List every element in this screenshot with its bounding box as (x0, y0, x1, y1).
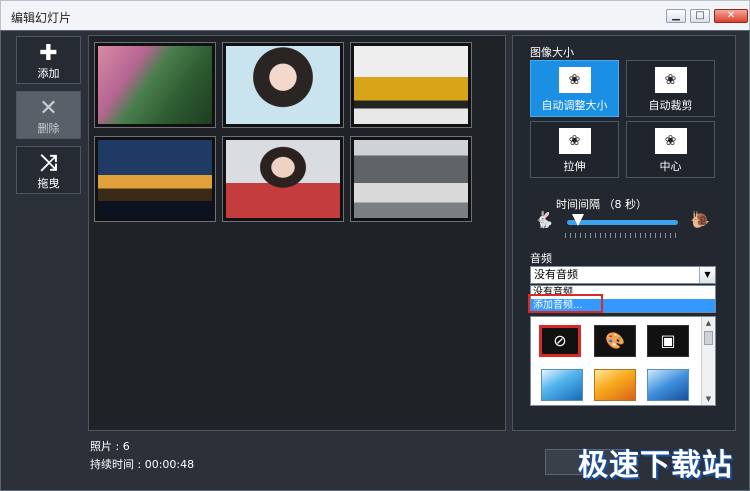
chevron-down-icon[interactable]: ▼ (699, 267, 715, 283)
window-title: 编辑幻灯片 (11, 11, 72, 25)
blue-gradient-icon[interactable] (647, 369, 689, 401)
center-button[interactable]: ❀ 中心 (626, 121, 715, 178)
minimize-button[interactable]: ▁ (666, 9, 686, 23)
title-bar: 编辑幻灯片 ▁ □ ✕ (0, 0, 750, 30)
drag-button[interactable]: ⤨ 拖曳 (16, 146, 81, 194)
close-icon: ✕ (39, 96, 58, 121)
portrait-woman-photo (226, 46, 340, 124)
photo-thumb-2[interactable] (222, 42, 344, 128)
center-label: 中心 (659, 160, 682, 173)
site-watermark: 极速下载站 (578, 448, 733, 483)
photo-count: 照片 : 6 (90, 440, 130, 453)
effects-scrollbar[interactable]: ▲ ▼ (701, 317, 715, 405)
interval-label: 时间间隔 （8 秒） (556, 198, 647, 211)
auto-resize-button[interactable]: ❀ 自动调整大小 (530, 60, 619, 117)
shuffle-icon: ⤨ (39, 151, 58, 176)
palette-icon[interactable]: 🎨 (594, 325, 636, 357)
duration-text: 持续时间 : 00:00:48 (90, 458, 195, 471)
slider-ticks (565, 233, 680, 238)
audio-title: 音频 (530, 252, 552, 265)
rabbit-icon: 🐇 (534, 210, 554, 229)
scrollbar-thumb[interactable] (704, 331, 713, 345)
audio-select[interactable]: 没有音频 ▼ (530, 266, 716, 284)
auto-crop-label: 自动裁剪 (648, 99, 693, 112)
maximize-button[interactable]: □ (690, 9, 710, 23)
auto-resize-icon: ❀ (558, 67, 591, 93)
no-camera-icon[interactable]: ⊘ (539, 325, 581, 357)
image-size-title: 图像大小 (530, 46, 574, 59)
photo-thumb-1[interactable] (94, 42, 216, 128)
scroll-up-icon[interactable]: ▲ (702, 317, 715, 329)
stretch-button[interactable]: ❀ 拉伸 (530, 121, 619, 178)
yellow-suv-photo (354, 46, 468, 124)
night-castle-photo (98, 140, 212, 218)
photo-thumb-4[interactable] (94, 136, 216, 222)
close-button[interactable]: ✕ (714, 9, 748, 23)
auto-resize-label: 自动调整大小 (541, 99, 608, 112)
stretch-label: 拉伸 (563, 160, 586, 173)
interval-slider-handle[interactable] (572, 214, 585, 226)
auto-crop-icon: ❀ (654, 67, 687, 93)
scroll-down-icon[interactable]: ▼ (702, 393, 715, 405)
delete-button[interactable]: ✕ 删除 (16, 91, 81, 139)
photo-thumb-3[interactable] (350, 42, 472, 128)
aerial-forest-photo (98, 46, 212, 124)
add-label: 添加 (37, 67, 60, 80)
center-icon: ❀ (654, 128, 687, 154)
blue-wave-icon[interactable] (541, 369, 583, 401)
add-button[interactable]: ✚ 添加 (16, 36, 81, 84)
stretch-icon: ❀ (558, 128, 591, 154)
photo-thumb-5[interactable] (222, 136, 344, 222)
orange-wave-icon[interactable] (594, 369, 636, 401)
photo-thumb-6[interactable] (350, 136, 472, 222)
plus-icon: ✚ (39, 41, 58, 66)
white-sportscar-photo (354, 140, 468, 218)
woman-red-dress-photo (226, 140, 340, 218)
audio-selected-value: 没有音频 (534, 268, 578, 281)
highlight-callout (528, 294, 603, 313)
auto-crop-button[interactable]: ❀ 自动裁剪 (626, 60, 715, 117)
delete-label: 删除 (37, 122, 60, 135)
drag-label: 拖曳 (37, 177, 60, 190)
snail-icon: 🐌 (690, 210, 710, 229)
image-icon[interactable]: ▣ (647, 325, 689, 357)
